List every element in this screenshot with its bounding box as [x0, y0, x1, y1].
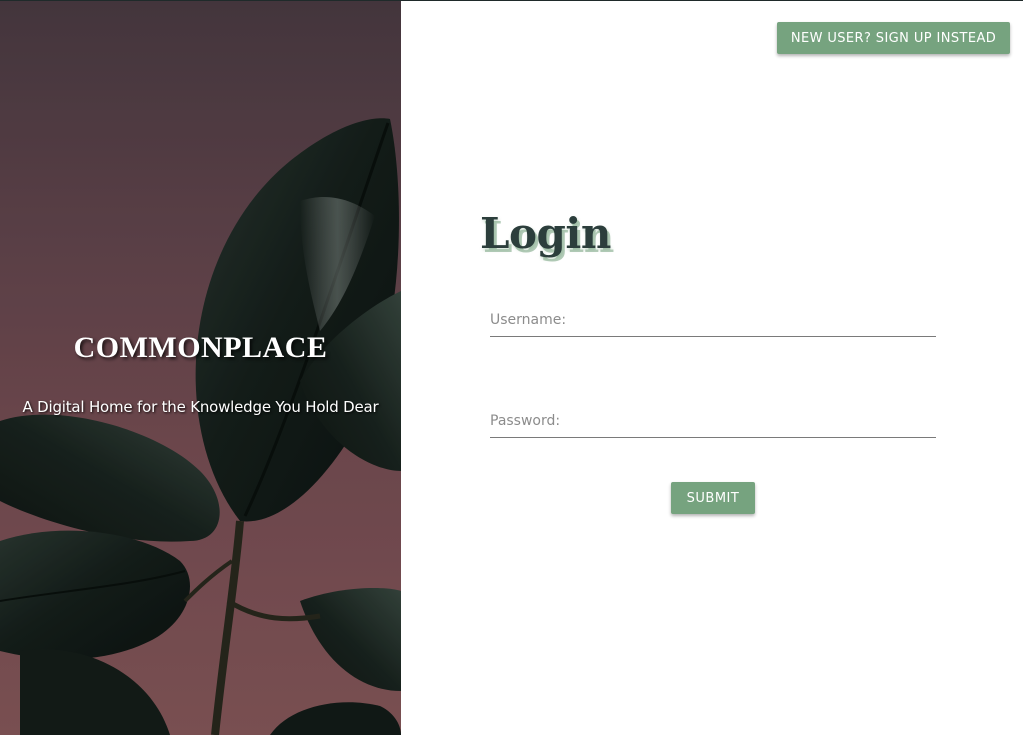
password-input[interactable] [490, 407, 936, 435]
login-page: COMMONPLACE A Digital Home for the Knowl… [0, 0, 1023, 735]
plant-leaves-image [0, 1, 401, 735]
brand-tagline: A Digital Home for the Knowledge You Hol… [22, 398, 379, 416]
submit-button[interactable]: SUBMIT [671, 482, 755, 514]
username-field [490, 306, 936, 337]
password-field [490, 407, 936, 438]
brand-title: COMMONPLACE [73, 331, 328, 364]
username-input[interactable] [490, 306, 936, 334]
hero-panel: COMMONPLACE A Digital Home for the Knowl… [0, 1, 401, 735]
signup-instead-button[interactable]: NEW USER? SIGN UP INSTEAD [777, 22, 1010, 54]
login-title: Login [480, 209, 611, 258]
